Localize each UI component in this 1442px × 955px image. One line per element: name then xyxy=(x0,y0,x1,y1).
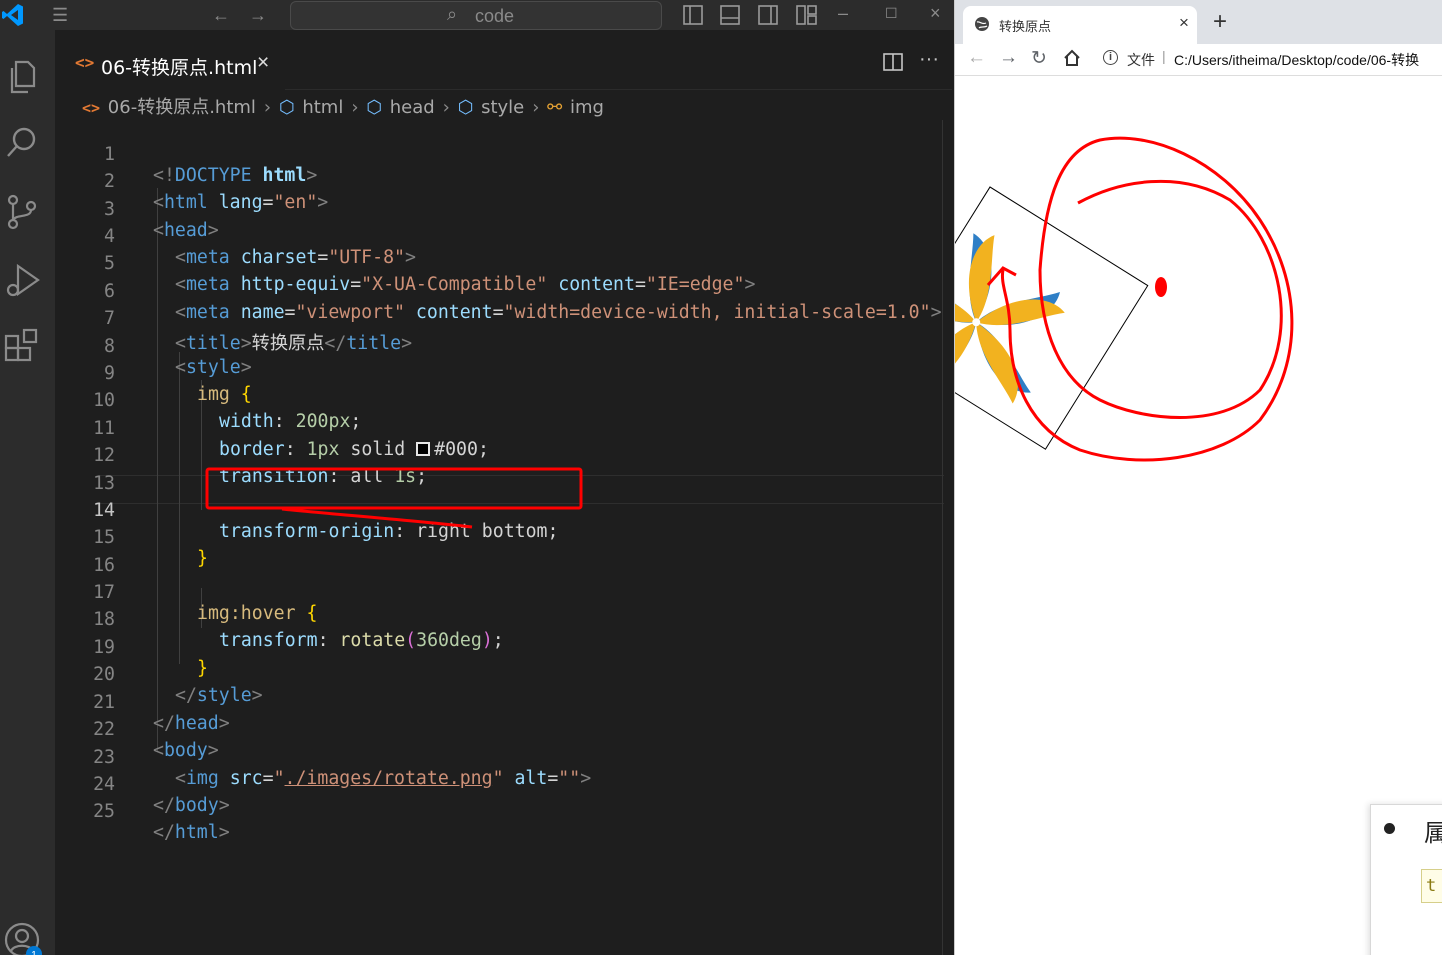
info-icon[interactable]: i xyxy=(1103,50,1118,65)
code-line: 14 transform-origin: right bottom; xyxy=(55,479,943,542)
account-icon[interactable]: 1 xyxy=(0,912,44,955)
code-line: 20 </style> xyxy=(55,643,943,706)
chevron-right-icon: › xyxy=(442,97,450,118)
chevron-right-icon: › xyxy=(263,97,272,118)
code-line: 4 <meta charset="UTF-8"> xyxy=(55,205,943,268)
rotated-pinwheel-image[interactable] xyxy=(955,167,1175,467)
run-debug-icon[interactable] xyxy=(0,254,44,302)
address-divider: | xyxy=(1162,48,1166,64)
code-line: 3 <head> xyxy=(55,178,943,241)
html-file-icon: <> xyxy=(75,53,95,72)
breadcrumb-item-head[interactable]: head xyxy=(390,97,435,118)
code-line: 22 <body> xyxy=(55,698,943,761)
activity-bar: 1 xyxy=(0,30,55,955)
page-viewport: 属 t xyxy=(955,77,1442,955)
cube-icon: ⬡ xyxy=(278,97,295,118)
css-selector-icon: ⚯ xyxy=(547,97,563,118)
back-arrow-icon[interactable]: ← xyxy=(212,4,230,26)
breadcrumb-item-style[interactable]: style xyxy=(481,97,524,118)
code-line: 10 width: 200px; xyxy=(55,369,943,432)
code-line: 19 } xyxy=(55,616,943,679)
code-line: 8 <style> xyxy=(55,315,943,378)
forward-arrow-icon[interactable]: → xyxy=(249,4,267,26)
tab-filename: 06-转换原点.html xyxy=(101,57,258,79)
svg-text:1: 1 xyxy=(31,950,37,955)
bullet-icon xyxy=(1384,823,1395,834)
tab-close-icon[interactable]: × xyxy=(257,51,269,75)
code-line: 18 transform: rotate(360deg); xyxy=(55,588,943,651)
layout-icon[interactable] xyxy=(683,5,818,25)
address-scheme-label: 文件 xyxy=(1127,53,1155,69)
code-line: 13 xyxy=(55,452,943,494)
breadcrumb-item-file[interactable]: 06-转换原点.html xyxy=(108,97,256,118)
code-line: 11 border: 1px solid #000; xyxy=(55,397,943,460)
code-line: 24 </body> xyxy=(55,753,943,816)
minimize-icon[interactable]: – xyxy=(838,2,848,24)
address-bar[interactable]: i 文件 | C:/Users/itheima/Desktop/code/06-… xyxy=(1097,44,1442,72)
source-control-icon[interactable] xyxy=(0,186,44,234)
cube-icon: ⬡ xyxy=(457,97,474,118)
browser-window: 转换原点 × + ← → ↻ i 文件 | C:/Users/itheima/D… xyxy=(954,0,1442,955)
code-line: 12 transition: all 1s; xyxy=(55,424,943,487)
vscode-window: ☰ ← → ⌕ code – ☐ × <> 06-转换原点.html × ···… xyxy=(0,0,954,955)
code-line: 17 img:hover { xyxy=(55,561,943,624)
code-line: 1 <!DOCTYPE html> xyxy=(55,123,943,186)
code-line: 5 <meta http-equiv="X-UA-Compatible" con… xyxy=(55,232,943,295)
editor-tab-active[interactable]: <> 06-转换原点.html × xyxy=(55,38,285,90)
cube-icon: ⬡ xyxy=(366,97,382,118)
popup-code-box: t xyxy=(1421,869,1442,903)
breadcrumb: <> 06-转换原点.html › ⬡ html › ⬡ head › ⬡ style… xyxy=(82,93,606,119)
line-number: 25 xyxy=(93,801,115,822)
editor-tabs: <> 06-转换原点.html × ··· xyxy=(55,38,952,90)
command-center-label: code xyxy=(475,6,515,26)
code-line: 9 img { xyxy=(55,342,943,405)
code-line: 6 <meta name="viewport" content="width=d… xyxy=(55,260,943,323)
breadcrumb-item-html[interactable]: html xyxy=(302,97,343,118)
reload-icon[interactable]: ↻ xyxy=(1031,47,1047,70)
vscode-logo-icon[interactable] xyxy=(2,3,24,27)
editor-scrollbar[interactable] xyxy=(942,120,943,955)
browser-tab-title: 转换原点 xyxy=(999,20,1052,35)
search-icon[interactable] xyxy=(0,118,44,166)
chevron-right-icon: › xyxy=(351,97,359,118)
code-line: 2 <html lang="en"> xyxy=(55,150,943,213)
maximize-icon[interactable]: ☐ xyxy=(885,2,898,24)
code-line: 16 xyxy=(55,534,943,576)
code-line: 15 } xyxy=(55,506,943,569)
code-line: 21 </head> xyxy=(55,671,943,734)
new-tab-icon[interactable]: + xyxy=(1213,8,1227,36)
browser-tab-strip: 转换原点 × + xyxy=(955,0,1442,44)
code-line: 25 </html> xyxy=(55,780,943,843)
explorer-icon[interactable] xyxy=(0,50,44,98)
browser-tab[interactable]: 转换原点 × xyxy=(963,6,1197,44)
more-icon[interactable]: ··· xyxy=(919,48,939,71)
suggestion-popup: 属 t xyxy=(1370,804,1442,955)
back-arrow-icon[interactable]: ← xyxy=(967,47,986,69)
title-bar: ☰ ← → ⌕ code – ☐ × xyxy=(0,0,954,30)
home-icon[interactable] xyxy=(1063,49,1081,67)
split-editor-icon[interactable] xyxy=(883,52,903,78)
globe-icon xyxy=(975,17,989,31)
code-text: </html> xyxy=(153,822,230,843)
code-line: 7 <title>转换原点</title> xyxy=(55,287,943,354)
extensions-icon[interactable] xyxy=(0,322,44,370)
tab-close-icon[interactable]: × xyxy=(1179,13,1189,33)
html-file-icon: <> xyxy=(82,99,101,117)
breadcrumb-item-img[interactable]: img xyxy=(570,97,604,118)
code-line: 23 <img src="./images/rotate.png" alt=""… xyxy=(55,726,943,789)
browser-toolbar: ← → ↻ i 文件 | C:/Users/itheima/Desktop/co… xyxy=(955,44,1442,76)
code-editor[interactable]: 1 <!DOCTYPE html> 2 <html lang="en"> 3 <… xyxy=(55,120,943,955)
search-icon: ⌕ xyxy=(447,4,458,24)
popup-heading: 属 xyxy=(1424,819,1442,847)
forward-arrow-icon[interactable]: → xyxy=(999,47,1018,69)
address-url[interactable]: C:/Users/itheima/Desktop/code/06-转换 xyxy=(1174,50,1419,70)
menu-icon[interactable]: ☰ xyxy=(52,4,68,26)
chevron-right-icon: › xyxy=(532,97,540,118)
close-window-icon[interactable]: × xyxy=(930,2,941,24)
command-center[interactable]: ⌕ code xyxy=(290,1,662,30)
